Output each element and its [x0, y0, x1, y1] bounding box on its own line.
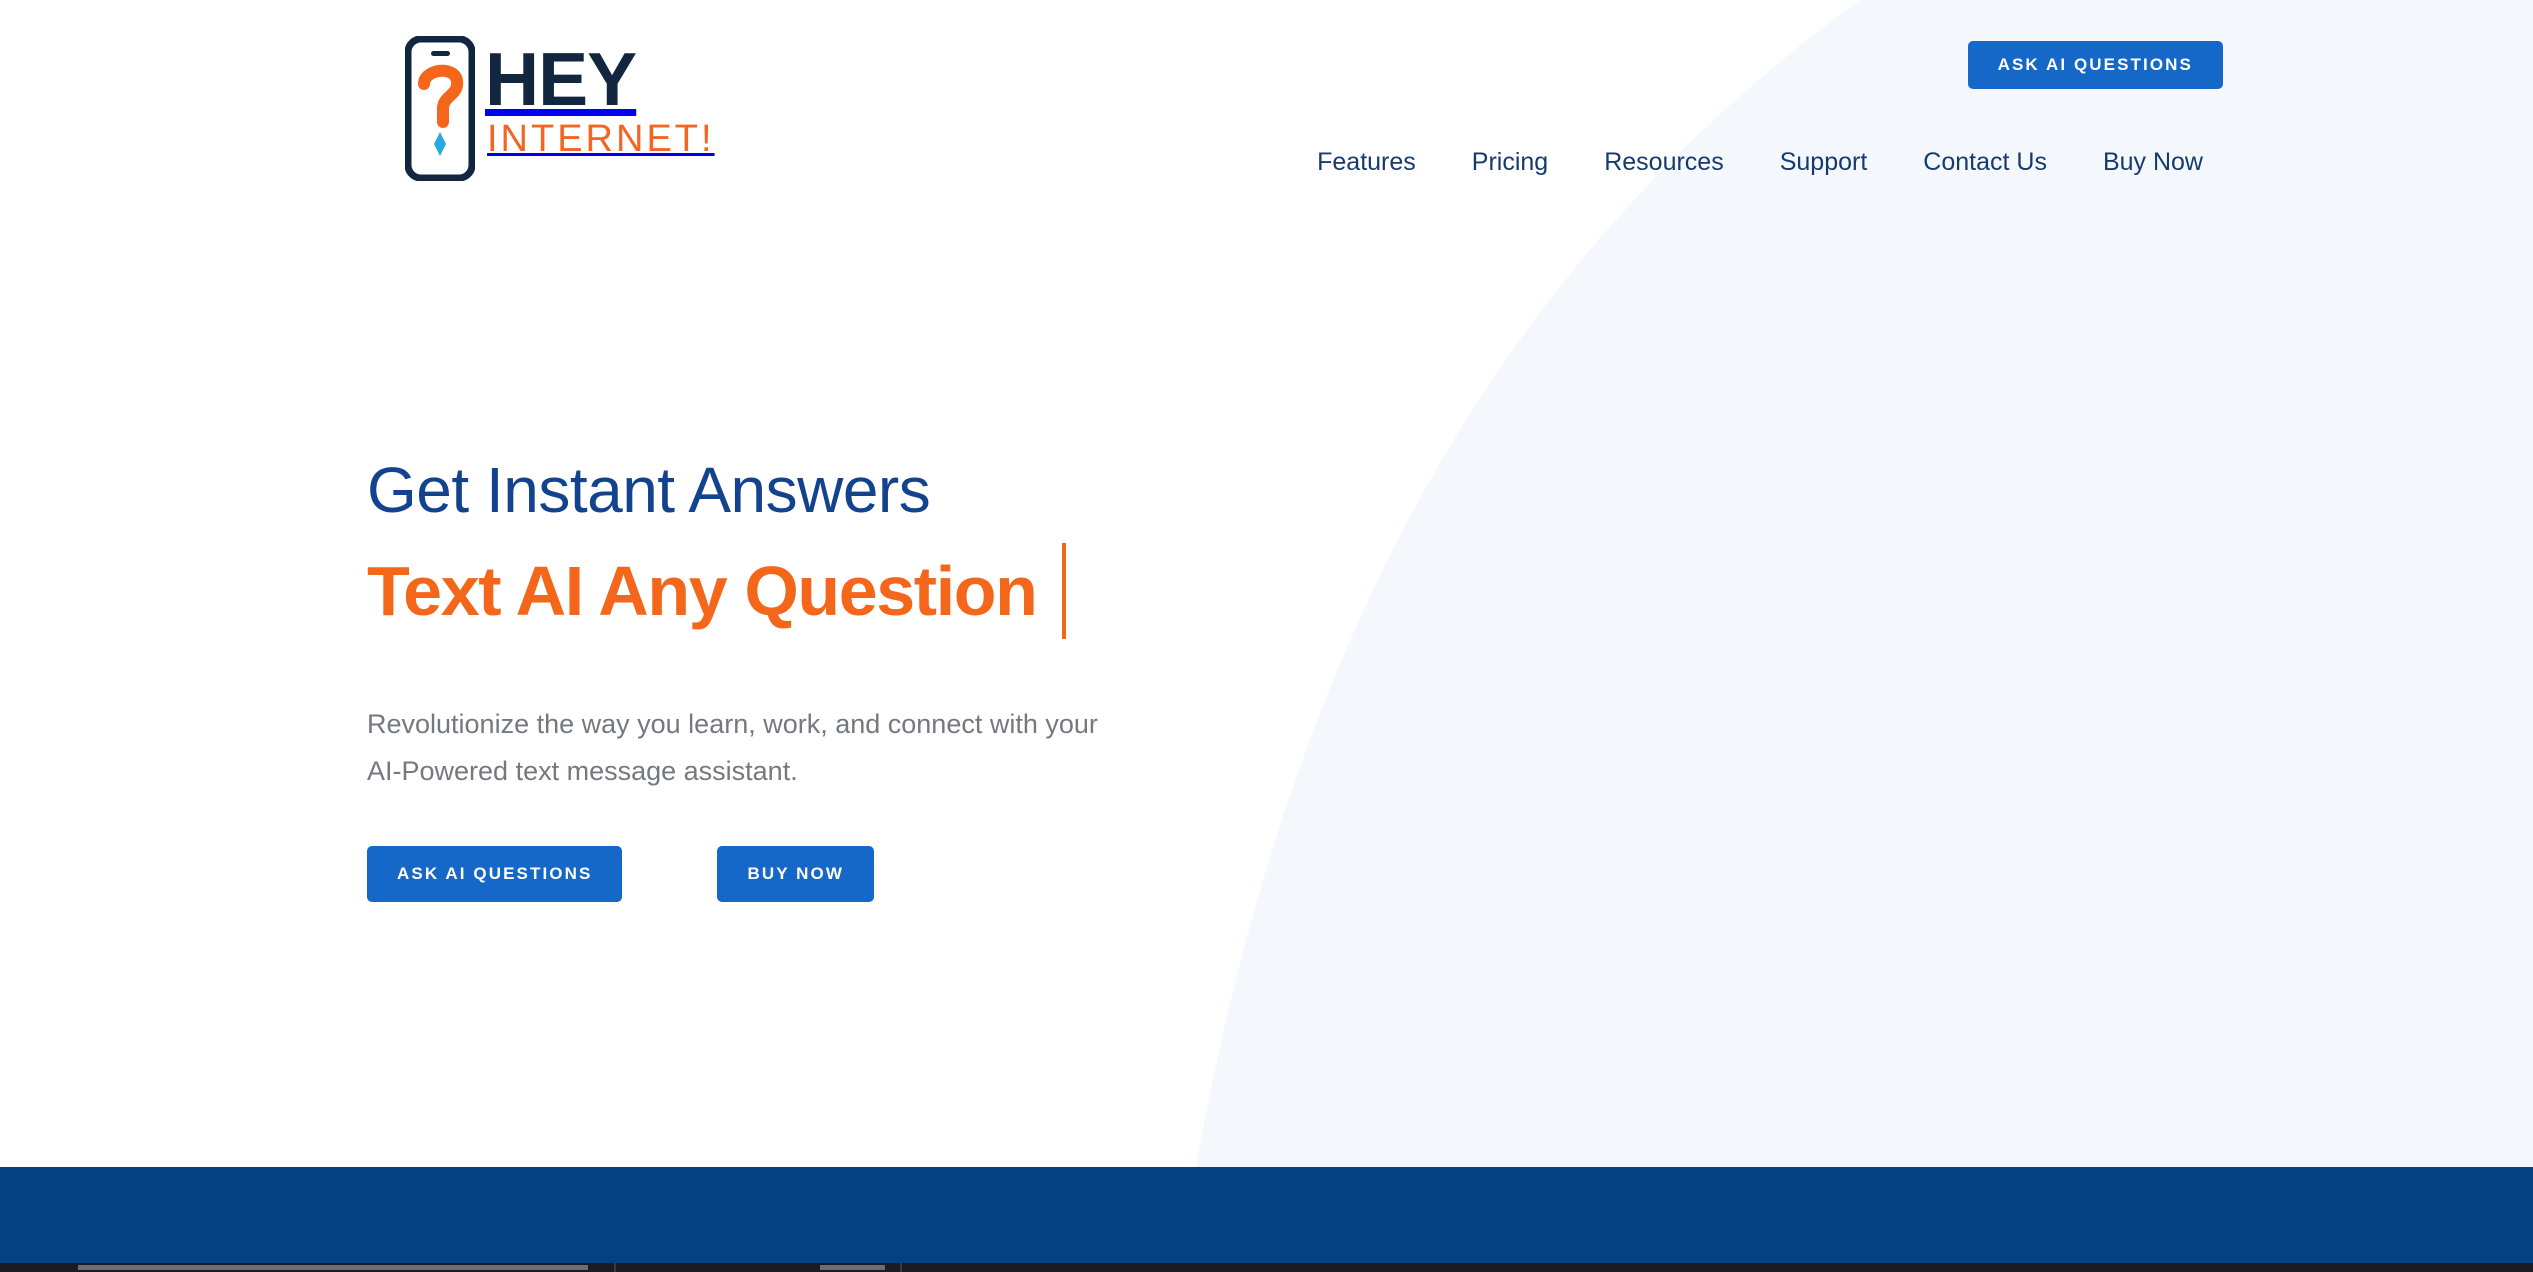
hero-ask-ai-questions-button[interactable]: ASK AI QUESTIONS	[367, 846, 623, 903]
logo-wordmark: HEY INTERNET!	[485, 36, 715, 163]
site-header: HEY INTERNET! ASK AI QUESTIONS Features …	[0, 0, 2533, 200]
hero-headline-typed-text: Text AI Any Question	[367, 552, 1038, 631]
nav-item-buy-now[interactable]: Buy Now	[2075, 148, 2203, 177]
site-logo[interactable]: HEY INTERNET!	[405, 36, 715, 181]
logo-internet-text: INTERNET!	[487, 118, 715, 160]
main-navigation: Features Pricing Resources Support Conta…	[1289, 148, 2203, 177]
nav-item-contact-us[interactable]: Contact Us	[1895, 148, 2075, 177]
nav-item-support[interactable]: Support	[1752, 148, 1896, 177]
nav-item-features[interactable]: Features	[1289, 148, 1444, 177]
os-taskbar-strip	[0, 1263, 2533, 1272]
os-strip-segment	[820, 1265, 885, 1270]
hero-cta-group: ASK AI QUESTIONS BUY NOW	[367, 846, 1467, 903]
nav-item-pricing[interactable]: Pricing	[1444, 148, 1576, 177]
hero-headline-primary: Get Instant Answers	[367, 454, 931, 526]
page-root: HEY INTERNET! ASK AI QUESTIONS Features …	[0, 0, 2533, 1272]
lower-navy-band	[0, 1167, 2533, 1263]
os-strip-divider	[614, 1263, 616, 1272]
os-strip-segment	[78, 1265, 588, 1270]
header-ask-ai-questions-button[interactable]: ASK AI QUESTIONS	[1967, 41, 2223, 89]
hero-buy-now-button[interactable]: BUY NOW	[717, 846, 874, 903]
hero-subtext: Revolutionize the way you learn, work, a…	[367, 709, 1098, 786]
os-strip-divider	[900, 1263, 902, 1272]
hero-headline-typed-row: Text AI Any Question	[367, 543, 1467, 640]
nav-item-resources[interactable]: Resources	[1576, 148, 1752, 177]
phone-question-icon	[405, 36, 475, 181]
logo-hey-text: HEY	[485, 37, 637, 121]
typing-caret-icon	[1062, 543, 1067, 640]
hero-content: Get Instant Answers Text AI Any Question…	[367, 454, 1467, 903]
